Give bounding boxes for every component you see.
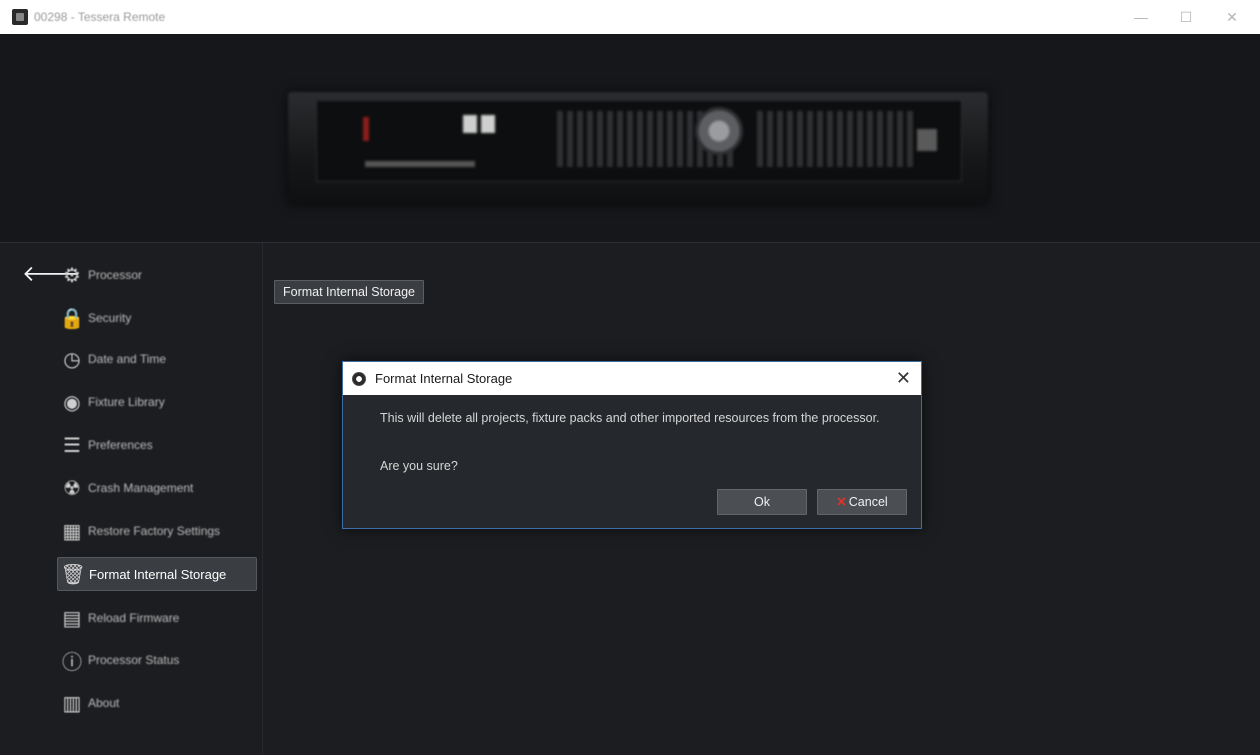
sidebar-item-preferences[interactable]: ☰ Preferences [60, 429, 153, 461]
sidebar-item-label: Preferences [88, 438, 153, 452]
dialog-titlebar: Format Internal Storage ✕ [343, 362, 921, 395]
ok-button[interactable]: Ok [717, 489, 807, 515]
gear-icon: ⚙ [63, 264, 81, 287]
dialog-close-icon[interactable]: ✕ [896, 367, 911, 389]
device-header [0, 34, 1260, 242]
info-icon: ⓘ [62, 651, 82, 674]
window-titlebar: 00298 - Tessera Remote — ☐ ✕ [0, 0, 1260, 34]
factory-icon: ▦ [62, 520, 82, 543]
lock-icon: 🔒 [59, 307, 85, 330]
processor-device-image [288, 92, 988, 204]
book-icon: ▥ [62, 692, 82, 715]
sidebar-separator [262, 243, 263, 755]
sidebar-item-reload-firmware[interactable]: ▤ Reload Firmware [60, 602, 180, 634]
sidebar-item-label: Processor [88, 268, 143, 282]
app-icon [12, 9, 28, 25]
dialog-title: Format Internal Storage [375, 371, 513, 386]
sidebar-item-label: About [88, 696, 120, 710]
firmware-icon: ▤ [62, 607, 82, 630]
settings-sidebar: 🡐 ⚙ Processor 🔒 Security ◷ Date and Time… [0, 243, 262, 755]
dialog-message: This will delete all projects, fixture p… [380, 411, 880, 425]
sidebar-item-label: Security [88, 311, 132, 325]
sidebar-item-label: Date and Time [88, 352, 167, 366]
clock-icon: ◷ [63, 348, 81, 371]
sidebar-item-label: Crash Management [88, 481, 194, 495]
sidebar-item-label: Fixture Library [88, 395, 165, 409]
sidebar-item-label: Processor Status [88, 653, 180, 667]
sidebar-item-crash-management[interactable]: ☢ Crash Management [60, 472, 193, 504]
window-title: 00298 - Tessera Remote [34, 10, 166, 24]
sidebar-item-label: Format Internal Storage [89, 566, 227, 582]
sidebar-item-fixture-library[interactable]: ◉ Fixture Library [60, 386, 165, 418]
sidebar-item-date-and-time[interactable]: ◷ Date and Time [60, 343, 166, 375]
sidebar-item-format-internal-storage[interactable]: 🗑 Format Internal Storage [57, 557, 257, 591]
app-logo-icon [352, 372, 366, 386]
maximize-button[interactable]: ☐ [1172, 6, 1200, 28]
format-internal-storage-button[interactable]: Format Internal Storage [274, 280, 425, 304]
close-button[interactable]: ✕ [1218, 6, 1246, 28]
sidebar-item-processor-status[interactable]: ⓘ Processor Status [60, 644, 179, 676]
sidebar-item-restore-factory-settings[interactable]: ▦ Restore Factory Settings [60, 515, 221, 547]
trash-icon: 🗑 [60, 563, 86, 586]
cancel-button[interactable]: ✕ Cancel [817, 489, 907, 515]
minimize-button[interactable]: — [1127, 6, 1155, 28]
fixture-icon: ◉ [63, 391, 81, 414]
dialog-question: Are you sure? [380, 459, 458, 473]
sidebar-item-security[interactable]: 🔒 Security [59, 302, 132, 334]
sidebar-item-about[interactable]: ▥ About [60, 687, 120, 719]
sidebar-item-label: Reload Firmware [88, 611, 180, 625]
radiation-icon: ☢ [63, 477, 81, 500]
format-confirm-dialog: Format Internal Storage ✕ This will dele… [342, 361, 922, 529]
list-icon: ☰ [63, 434, 81, 457]
cancel-button-label: Cancel [848, 495, 888, 509]
sidebar-item-label: Restore Factory Settings [88, 524, 221, 538]
back-arrow-icon[interactable]: 🡐 [22, 263, 81, 285]
cancel-x-icon: ✕ [836, 495, 847, 509]
sidebar-item-processor[interactable]: ⚙ Processor [60, 259, 142, 291]
